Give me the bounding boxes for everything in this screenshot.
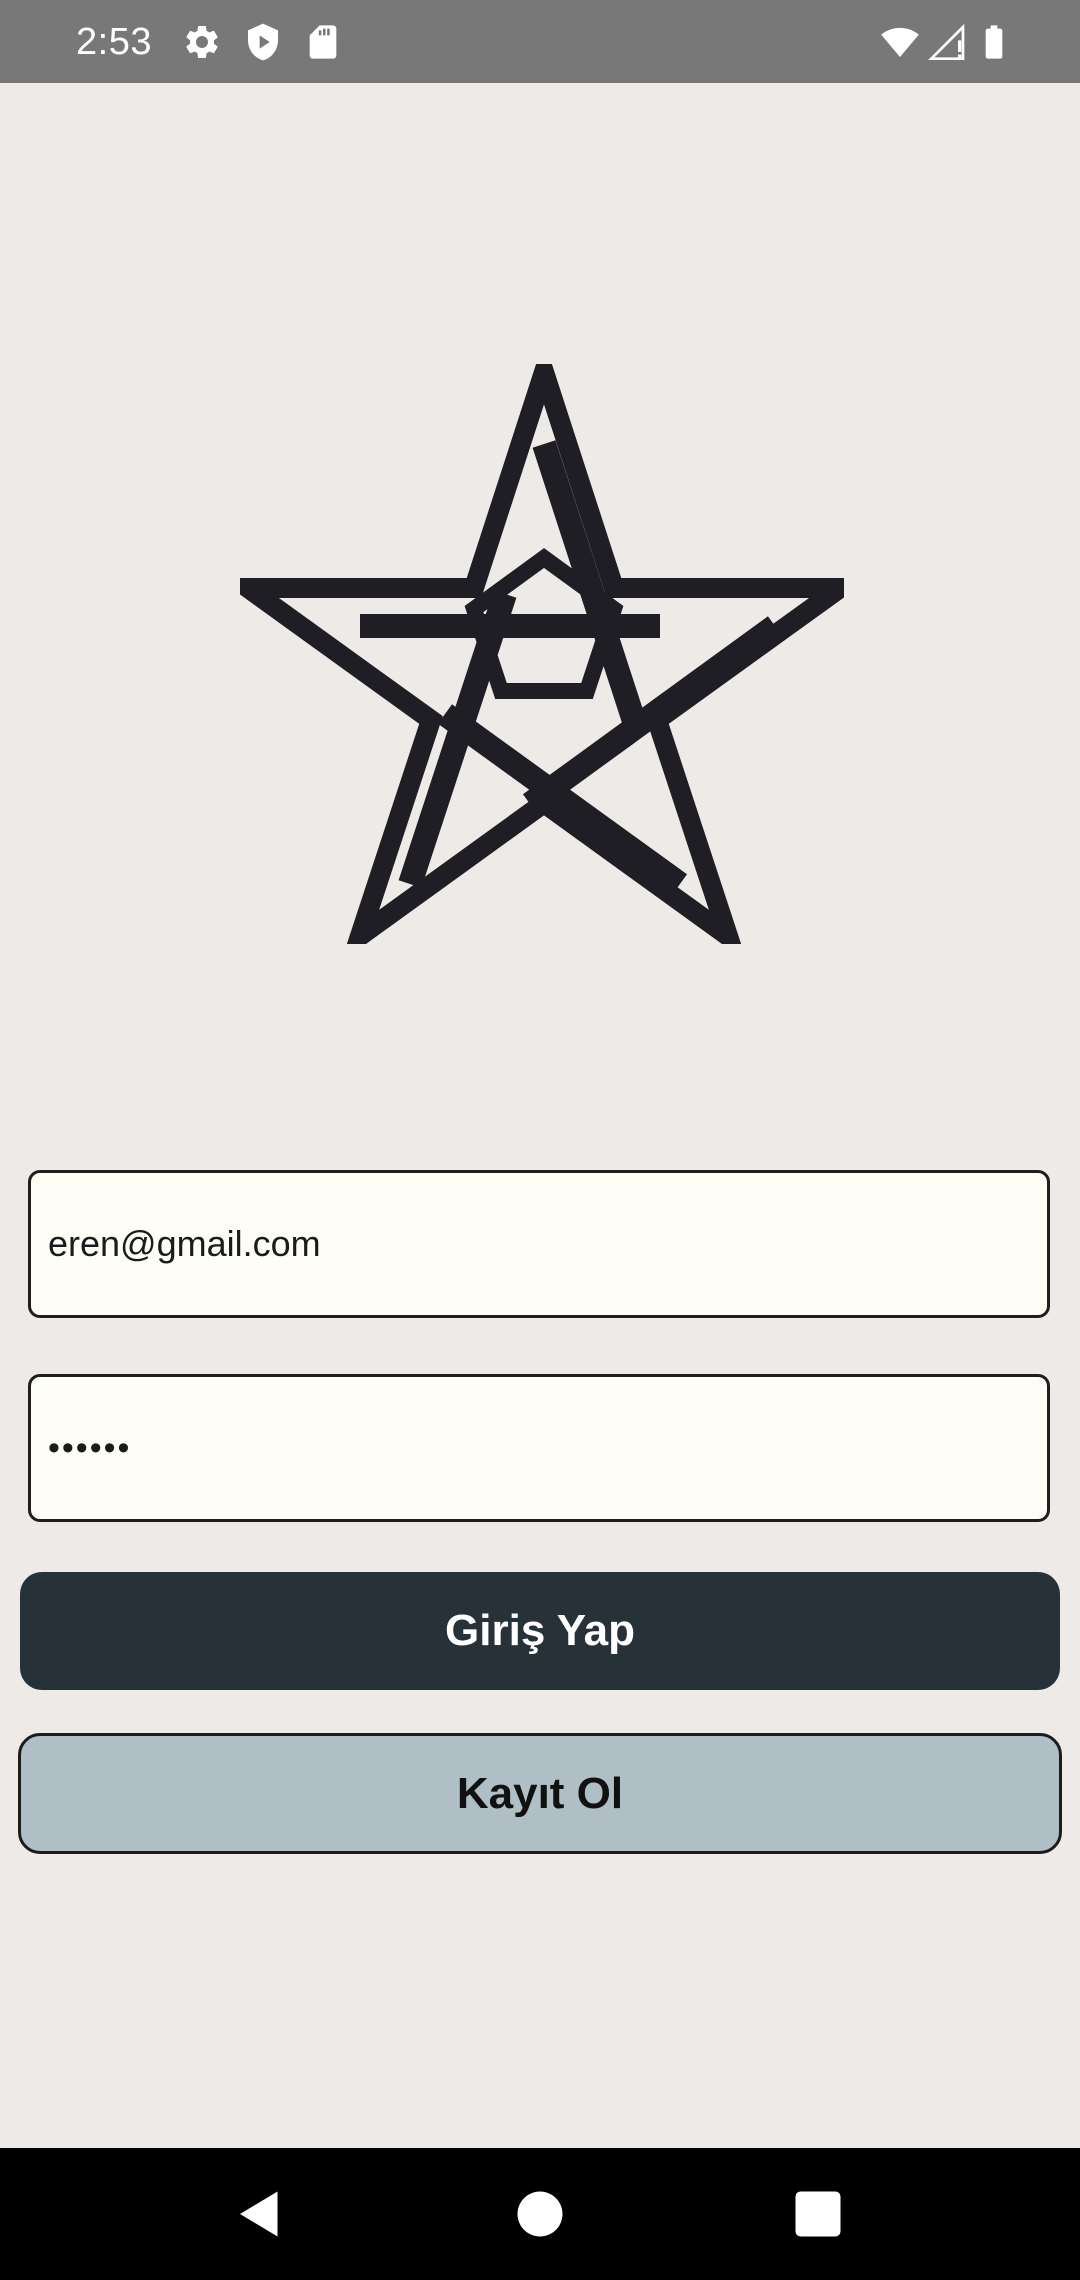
star-logo-icon	[240, 364, 844, 944]
navigation-bar	[0, 2148, 1080, 2280]
status-time: 2:53	[76, 21, 152, 63]
status-bar: 2:53	[0, 0, 1080, 83]
back-icon[interactable]	[230, 2184, 290, 2244]
register-button-label: Kayıt Ol	[456, 1768, 624, 1818]
register-button[interactable]: Kayıt Ol	[18, 1733, 1062, 1854]
gear-icon	[182, 22, 222, 62]
recents-icon[interactable]	[788, 2184, 848, 2244]
battery-icon	[974, 22, 1014, 62]
sd-card-icon	[303, 22, 343, 62]
shield-play-icon	[243, 22, 283, 62]
email-field-box[interactable]	[28, 1170, 1050, 1318]
login-button-label: Giriş Yap	[445, 1606, 635, 1655]
password-field-box[interactable]	[28, 1374, 1050, 1522]
login-button[interactable]: Giriş Yap	[20, 1572, 1060, 1690]
cell-signal-icon	[928, 22, 968, 62]
password-input[interactable]	[31, 1377, 1047, 1519]
home-icon[interactable]	[510, 2184, 570, 2244]
email-input[interactable]	[31, 1173, 1047, 1315]
wifi-icon	[880, 22, 920, 62]
